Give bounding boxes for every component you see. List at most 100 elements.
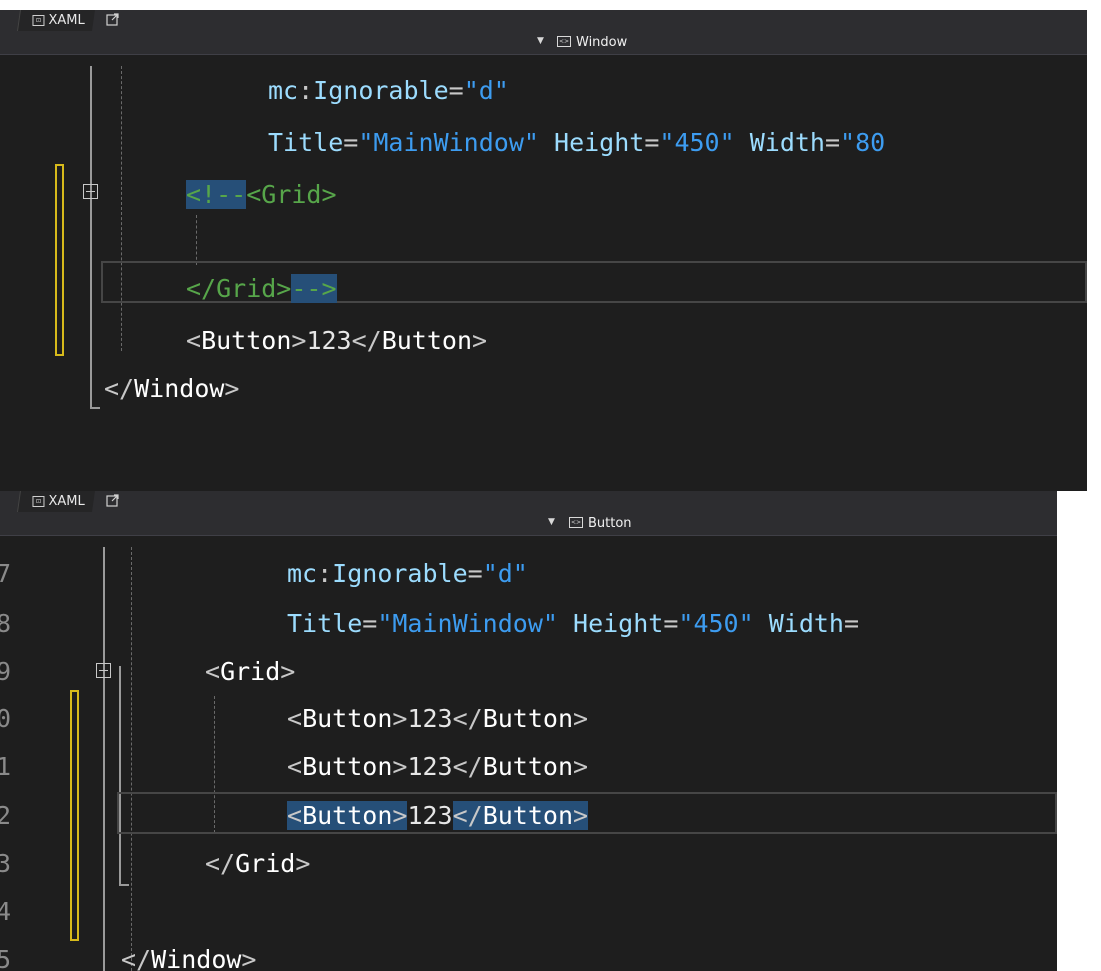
code-token: "450" [678,609,754,638]
outline-line [103,547,105,971]
code-token: Grid [235,849,296,878]
code-token: "MainWindow" [377,609,558,638]
code-token: Grid [220,657,281,686]
code-line: mc:Ignorable="d" [287,551,528,597]
code-line: Title="MainWindow" Height="450" Width= [287,601,859,647]
collapse-icon[interactable] [96,663,111,678]
code-token: </ [205,849,236,878]
code-token: </Grid> [186,274,292,303]
code-area[interactable]: mc:Ignorable="d" Title="MainWindow" Heig… [0,10,1087,491]
line-number: 9 [0,657,12,686]
collapse-icon[interactable] [83,184,98,199]
code-token: = [824,128,841,157]
code-line: mc:Ignorable="d" [268,68,509,114]
outline-line [90,66,92,409]
code-token: <!-- [186,180,247,209]
code-token: Ignorable [332,559,468,588]
code-token: Width [768,609,844,638]
code-token: Button [302,704,393,733]
code-token: = [448,76,464,105]
code-line: <Grid> [205,649,295,695]
code-line: <Button>123</Button> [287,696,588,742]
indent-guide [121,66,122,351]
code-token: mc [287,559,318,588]
xaml-editor-bottom: ⊡ XAML ▼ <> Button 789012345 mc:Ignorable… [0,491,1057,971]
code-line: Title="MainWindow" Height="450" Width="8… [268,120,885,166]
code-token: 123 [407,801,453,830]
code-token: </ [104,374,135,403]
code-token: Button [302,752,393,781]
code-token: "MainWindow" [358,128,539,157]
code-token: "450" [659,128,735,157]
code-token: Title [287,609,363,638]
line-number: 3 [0,849,12,878]
code-token: > [295,849,311,878]
code-token: Window [134,374,225,403]
code-token: > [392,704,408,733]
code-token: < [287,801,303,830]
code-token: < [287,752,303,781]
outline-line [119,666,121,886]
code-token: Button [482,801,574,830]
outline-tick [119,884,129,886]
code-token: </ [452,704,483,733]
code-token: Window [151,945,242,971]
code-token: </ [452,752,483,781]
code-line: <Button>123</Button> [287,744,588,790]
code-token: Button [381,326,473,355]
code-token: = [663,609,679,638]
code-token: > [291,326,307,355]
change-marker [55,164,64,356]
line-number: 5 [0,945,12,971]
code-token: > [472,326,488,355]
code-token: "80 [840,128,886,157]
code-token: < [186,326,202,355]
code-token: Button [482,752,574,781]
code-token: Title [268,128,344,157]
code-area[interactable]: 789012345 mc:Ignorable="d" Title="MainWi… [0,491,1057,971]
code-token: > [573,704,589,733]
code-token: mc [268,76,299,105]
code-token: 123 [407,704,453,733]
code-token: > [573,801,589,830]
code-token: > [280,657,296,686]
code-token: <Grid> [246,180,337,209]
code-token: = [362,609,378,638]
code-token: --> [291,274,337,303]
code-token: Button [482,704,574,733]
indent-guide [196,215,197,265]
code-token: 123 [407,752,453,781]
code-token: = [843,609,860,638]
code-token: : [298,76,314,105]
line-number: 4 [0,897,12,926]
code-token: "d" [463,76,509,105]
indent-guide [131,547,132,971]
code-token: = [343,128,359,157]
code-token: : [317,559,333,588]
code-line: </Window> [121,937,256,971]
code-token: > [392,752,408,781]
code-token: "d" [482,559,528,588]
code-token: < [205,657,221,686]
code-token: Button [201,326,292,355]
code-line: </Grid> [205,841,310,887]
code-token: </ [121,945,152,971]
code-token: > [573,752,589,781]
line-number: 2 [0,801,12,830]
line-number: 1 [0,752,12,781]
line-number: 7 [0,559,12,588]
code-token: = [644,128,660,157]
code-token: Width [749,128,825,157]
code-token: 123 [306,326,352,355]
code-line: </Grid>--> [186,266,337,312]
code-token: = [467,559,483,588]
code-token: > [392,801,408,830]
line-number: 0 [0,704,12,733]
xaml-editor-top: ⊡ XAML ▼ <> Window mc:Ignorable="d" Title… [0,10,1087,491]
code-token: </ [351,326,382,355]
code-token: Height [554,128,645,157]
